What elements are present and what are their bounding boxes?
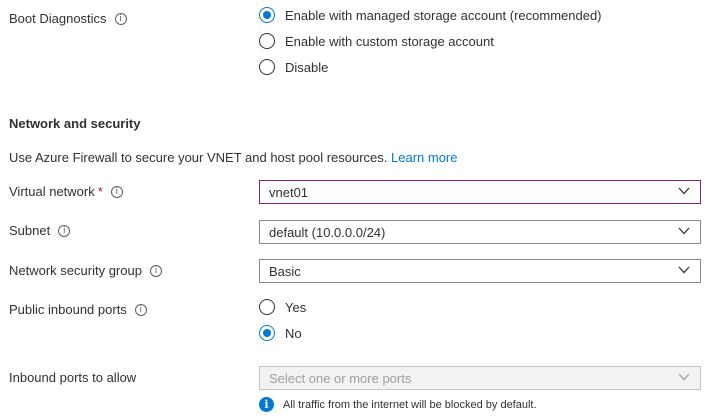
inbound-ports-label-row: Inbound ports to allow [9,370,136,385]
radio-disable[interactable]: Disable [259,59,328,75]
radio-no[interactable]: No [259,325,302,341]
radio-button[interactable] [259,33,275,49]
info-icon[interactable]: i [134,303,147,316]
learn-more-link[interactable]: Learn more [391,150,457,165]
nsg-label: Network security group [9,263,142,278]
subnet-label-row: Subnet i [9,223,71,238]
radio-button[interactable] [259,59,275,75]
required-asterisk: * [97,184,103,199]
radio-label: Enable with managed storage account (rec… [285,7,602,23]
section-heading: Network and security [9,116,141,131]
dropdown-value: default (10.0.0.0/24) [269,224,386,240]
subnet-label: Subnet [9,223,51,238]
radio-button-checked[interactable] [259,7,275,23]
chevron-down-icon [678,227,690,235]
dropdown-placeholder: Select one or more ports [269,370,412,386]
radio-label: Enable with custom storage account [285,33,494,49]
chevron-down-icon [678,373,690,381]
dropdown-value: vnet01 [269,184,309,200]
radio-label: Disable [285,59,329,75]
radio-button[interactable] [259,299,275,315]
nsg-label-row: Network security group i [9,263,162,278]
radio-custom-storage[interactable]: Enable with custom storage account [259,33,494,49]
virtual-network-label-row: Virtual network * i [9,184,123,199]
chevron-down-icon [678,187,690,195]
info-icon[interactable]: i [149,264,162,277]
info-notice: i All traffic from the internet will be … [259,397,537,412]
info-icon[interactable]: i [114,12,127,25]
radio-label: No [285,325,302,341]
boot-diagnostics-label-row: Boot Diagnostics i [9,11,127,26]
section-description: Use Azure Firewall to secure your VNET a… [9,150,458,165]
inbound-ports-dropdown[interactable]: Select one or more ports [259,366,701,390]
public-inbound-label-row: Public inbound ports i [9,302,147,317]
subnet-dropdown[interactable]: default (10.0.0.0/24) [259,220,701,244]
public-inbound-label: Public inbound ports [9,302,127,317]
info-icon[interactable]: i [110,185,123,198]
nsg-dropdown[interactable]: Basic [259,259,701,283]
radio-managed-storage[interactable]: Enable with managed storage account (rec… [259,7,602,23]
info-icon[interactable]: i [58,224,71,237]
dropdown-value: Basic [269,263,301,279]
radio-label: Yes [285,299,307,315]
info-filled-icon: i [259,397,274,412]
virtual-network-label: Virtual network [9,184,95,199]
boot-diagnostics-label: Boot Diagnostics [9,11,107,26]
radio-yes[interactable]: Yes [259,299,306,315]
notice-text: All traffic from the internet will be bl… [283,398,537,411]
chevron-down-icon [678,266,690,274]
description-text: Use Azure Firewall to secure your VNET a… [9,150,388,165]
virtual-network-dropdown[interactable]: vnet01 [259,180,701,204]
radio-button-checked[interactable] [259,325,275,341]
inbound-ports-label: Inbound ports to allow [9,370,137,385]
